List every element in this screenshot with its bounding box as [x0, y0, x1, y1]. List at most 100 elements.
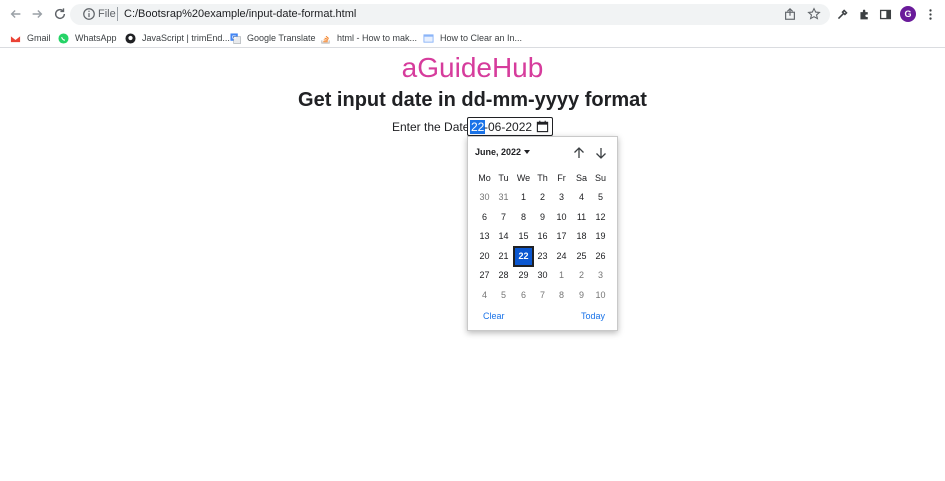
- calendar-day[interactable]: 30: [533, 266, 552, 285]
- bookmark-whatsapp[interactable]: WhatsApp: [58, 31, 117, 45]
- calendar-day[interactable]: 16: [533, 227, 552, 246]
- svg-text:G: G: [232, 34, 236, 40]
- side-panel-button[interactable]: [877, 6, 893, 22]
- bookmark-label: Gmail: [27, 33, 51, 43]
- calendar-day[interactable]: 19: [591, 227, 610, 246]
- weekday-header: Tu: [498, 173, 509, 183]
- date-month-year-segment[interactable]: -06-2022: [484, 120, 532, 134]
- calendar-day[interactable]: 2: [533, 188, 552, 207]
- bookmark-label: JavaScript | trimEnd...: [142, 33, 230, 43]
- next-month-arrow-icon[interactable]: [594, 146, 608, 160]
- back-button[interactable]: [6, 4, 26, 24]
- calendar-day[interactable]: 26: [591, 247, 610, 266]
- whatsapp-icon: [58, 32, 69, 44]
- browser-menu-button[interactable]: [922, 6, 938, 22]
- bookmark-javascript-trimend[interactable]: JavaScript | trimEnd...: [125, 31, 230, 45]
- side-panel-icon: [879, 9, 891, 19]
- calendar-day[interactable]: 9: [572, 286, 591, 305]
- month-year-label: June, 2022: [475, 147, 522, 157]
- calendar-day[interactable]: 11: [572, 208, 591, 227]
- bookmark-how-to-clear[interactable]: How to Clear an In...: [423, 31, 522, 45]
- stackoverflow-icon: [321, 35, 330, 44]
- address-bar[interactable]: File C:/Bootsrap%20example/input-date-fo…: [70, 4, 830, 25]
- calendar-day[interactable]: 1: [514, 188, 533, 207]
- calendar-day[interactable]: 17: [552, 227, 571, 246]
- arrow-right-icon: [32, 10, 43, 18]
- bookmark-html-how-to[interactable]: html - How to mak...: [320, 31, 417, 45]
- calendar-day[interactable]: 3: [552, 188, 571, 207]
- calendar-day[interactable]: 30: [475, 188, 494, 207]
- calendar-day[interactable]: 20: [475, 247, 494, 266]
- reload-icon: [54, 8, 66, 20]
- bookmark-gmail[interactable]: Gmail: [10, 31, 51, 45]
- calendar-day[interactable]: 7: [533, 286, 552, 305]
- scheme-label: File: [98, 8, 116, 20]
- calendar-day[interactable]: 15: [514, 227, 533, 246]
- previous-month-arrow-icon[interactable]: [572, 146, 586, 160]
- calendar-day[interactable]: 14: [494, 227, 513, 246]
- brand-title: aGuideHub: [401, 52, 544, 83]
- calendar-day[interactable]: 4: [475, 286, 494, 305]
- calendar-day[interactable]: 4: [572, 188, 591, 207]
- bookmark-google-translate[interactable]: G Google Translate: [230, 31, 316, 45]
- forward-button[interactable]: [27, 4, 47, 24]
- calendar-day[interactable]: 18: [572, 227, 591, 246]
- extensions-button[interactable]: [856, 6, 872, 22]
- kebab-menu-icon: [928, 8, 932, 20]
- eyedropper-extension-button[interactable]: [834, 6, 850, 22]
- bookmarks-bar: Gmail WhatsApp JavaScript | trimEnd... G…: [0, 28, 945, 48]
- calendar-day[interactable]: 2: [572, 266, 591, 285]
- weekday-header: We: [516, 173, 531, 183]
- calendar-day[interactable]: 8: [552, 286, 571, 305]
- calendar-day[interactable]: 5: [494, 286, 513, 305]
- star-icon[interactable]: [807, 7, 821, 21]
- calendar-day[interactable]: 3: [591, 266, 610, 285]
- calendar-day[interactable]: 6: [514, 286, 533, 305]
- calendar-day[interactable]: 28: [494, 266, 513, 285]
- calendar-day[interactable]: 5: [591, 188, 610, 207]
- calendar-day[interactable]: 21: [494, 247, 513, 266]
- date-input[interactable]: 22 -06-2022: [467, 117, 553, 136]
- caret-down-icon: [524, 150, 531, 154]
- reload-button[interactable]: [50, 4, 70, 24]
- share-icon[interactable]: [783, 7, 797, 21]
- clear-button[interactable]: Clear: [483, 311, 505, 321]
- puzzle-icon: [859, 9, 868, 19]
- url-text[interactable]: C:/Bootsrap%20example/input-date-format.…: [124, 8, 356, 20]
- bookmark-label: Google Translate: [247, 33, 316, 43]
- omnibox-divider: [117, 7, 118, 21]
- calendar-day-selected[interactable]: 22: [513, 245, 534, 267]
- calendar-day[interactable]: 24: [552, 247, 571, 266]
- weekday-header: Th: [537, 173, 548, 183]
- calendar-day[interactable]: 6: [475, 208, 494, 227]
- bookmark-label: How to Clear an In...: [440, 33, 523, 43]
- bookmark-label: html - How to mak...: [337, 33, 418, 43]
- weekday-header: Su: [594, 173, 606, 183]
- gmail-icon: [10, 34, 21, 42]
- weekday-header: Mo: [478, 173, 491, 183]
- calendar-icon[interactable]: [536, 120, 549, 133]
- calendar-day[interactable]: 10: [552, 208, 571, 227]
- calendar-day[interactable]: 1: [552, 266, 571, 285]
- arrow-left-icon: [10, 10, 21, 18]
- today-button[interactable]: Today: [581, 311, 605, 321]
- profile-avatar[interactable]: G: [900, 6, 916, 22]
- month-year-selector[interactable]: June, 2022: [475, 147, 531, 157]
- page-heading: Get input date in dd-mm-yyyy format: [298, 89, 647, 111]
- calendar-day[interactable]: 8: [514, 208, 533, 227]
- translate-icon: G: [230, 32, 241, 44]
- calendar-day[interactable]: 23: [533, 247, 552, 266]
- info-icon[interactable]: [82, 7, 96, 21]
- calendar-day[interactable]: 9: [533, 208, 552, 227]
- eyedropper-icon: [837, 8, 848, 19]
- calendar-day[interactable]: 12: [591, 208, 610, 227]
- weekday-header: Fr: [557, 173, 566, 183]
- calendar-day[interactable]: 7: [494, 208, 513, 227]
- calendar-day[interactable]: 13: [475, 227, 494, 246]
- calendar-day[interactable]: 27: [475, 266, 494, 285]
- calendar-day[interactable]: 29: [514, 266, 533, 285]
- calendar-day[interactable]: 10: [591, 286, 610, 305]
- date-field-label: Enter the Date:: [392, 120, 473, 134]
- calendar-day[interactable]: 25: [572, 247, 591, 266]
- calendar-day[interactable]: 31: [494, 188, 513, 207]
